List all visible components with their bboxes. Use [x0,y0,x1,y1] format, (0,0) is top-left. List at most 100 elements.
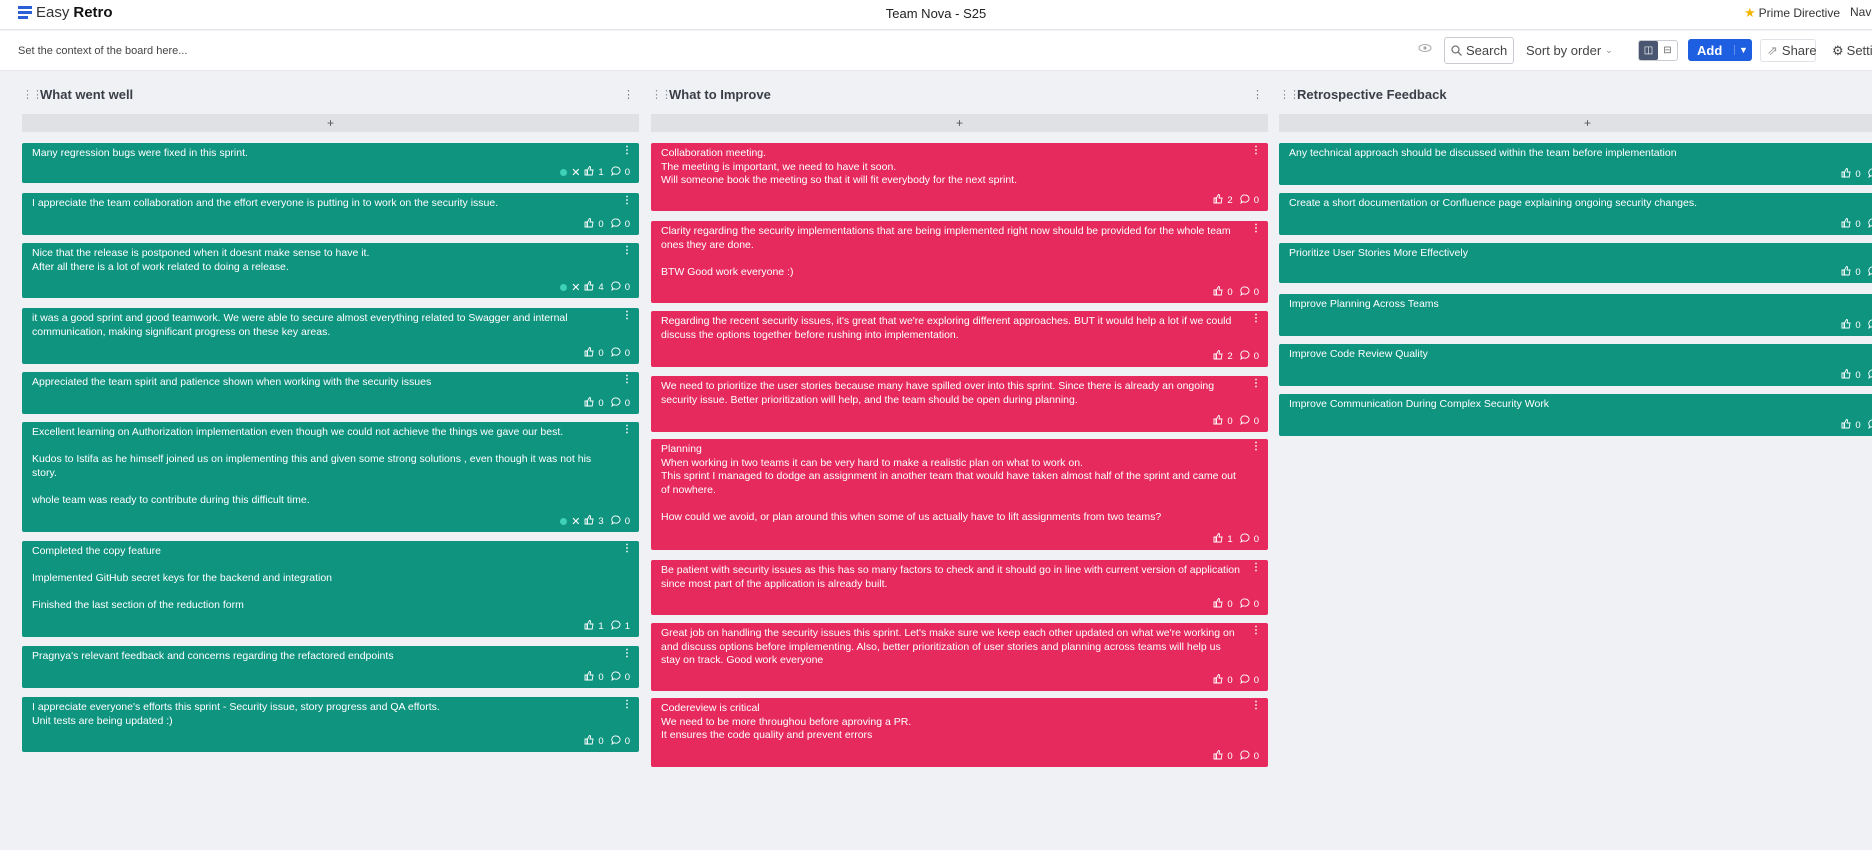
card[interactable]: Create a short documentation or Confluen… [1279,193,1872,235]
card[interactable]: I appreciate the team collaboration and … [22,193,639,235]
more-vertical-icon[interactable]: ⋮ [1252,88,1268,101]
more-vertical-icon[interactable]: ⋮ [622,374,632,385]
close-icon[interactable]: ✕ [571,166,580,179]
thumbs-up-icon[interactable] [584,671,594,684]
thumbs-up-icon[interactable] [1213,415,1223,428]
more-vertical-icon[interactable]: ⋮ [622,310,632,321]
drag-handle-icon[interactable]: ⋮⋮ [1279,88,1300,101]
search-button[interactable]: Search [1444,37,1514,64]
thumbs-up-icon[interactable] [584,166,594,179]
more-vertical-icon[interactable]: ⋮ [622,543,632,554]
comment-icon[interactable] [610,397,621,410]
more-vertical-icon[interactable]: ⋮ [622,195,632,206]
user-name[interactable]: Nava [1850,5,1872,19]
thumbs-up-icon[interactable] [584,735,594,748]
more-vertical-icon[interactable]: ⋮ [1251,441,1261,452]
thumbs-up-icon[interactable] [1841,369,1851,382]
thumbs-up-icon[interactable] [1213,286,1223,299]
card[interactable]: Prioritize User Stories More Effectively… [1279,243,1872,283]
columns-view-icon[interactable]: ◫ [1639,41,1658,60]
thumbs-up-icon[interactable] [1841,168,1851,181]
card[interactable]: Regarding the recent security issues, it… [651,311,1268,367]
close-icon[interactable]: ✕ [571,515,580,528]
card[interactable]: Nice that the release is postponed when … [22,243,639,298]
more-vertical-icon[interactable]: ⋮ [622,424,632,435]
add-card-button[interactable]: + [651,114,1268,132]
thumbs-up-icon[interactable] [1213,350,1223,363]
card[interactable]: I appreciate everyone's efforts this spr… [22,697,639,752]
more-vertical-icon[interactable]: ⋮ [1251,700,1261,711]
card[interactable]: it was a good sprint and good teamwork. … [22,308,639,364]
card[interactable]: Great job on handling the security issue… [651,623,1268,691]
thumbs-up-icon[interactable] [1213,598,1223,611]
rows-view-icon[interactable]: ⊟ [1658,41,1677,60]
card[interactable]: Clarity regarding the security implement… [651,221,1268,303]
card[interactable]: Codereview is critical We need to be mor… [651,698,1268,767]
card[interactable]: Collaboration meeting. The meeting is im… [651,143,1268,211]
more-vertical-icon[interactable]: ⋮ [622,699,632,710]
card[interactable]: Many regression bugs were fixed in this … [22,143,639,183]
comment-icon[interactable] [610,515,621,528]
more-vertical-icon[interactable]: ⋮ [623,88,639,101]
thumbs-up-icon[interactable] [1841,218,1851,231]
card[interactable]: Completed the copy feature Implemented G… [22,541,639,637]
thumbs-up-icon[interactable] [1213,750,1223,763]
card[interactable]: Improve Communication During Complex Sec… [1279,394,1872,436]
settings-button[interactable]: ⚙ Settings [1832,43,1872,59]
thumbs-up-icon[interactable] [1841,419,1851,432]
comment-icon[interactable] [1239,533,1250,546]
close-icon[interactable]: ✕ [571,281,580,294]
comment-icon[interactable] [1239,750,1250,763]
sort-dropdown[interactable]: Sort by order ⌄ [1526,43,1613,58]
more-vertical-icon[interactable]: ⋮ [1251,223,1261,234]
add-card-button[interactable]: + [1279,114,1872,132]
thumbs-up-icon[interactable] [584,347,594,360]
comment-icon[interactable] [1867,168,1872,181]
comment-icon[interactable] [1239,674,1250,687]
card[interactable]: Any technical approach should be discuss… [1279,143,1872,185]
comment-icon[interactable] [610,218,621,231]
comment-icon[interactable] [1867,319,1872,332]
more-vertical-icon[interactable]: ⋮ [1251,313,1261,324]
share-button[interactable]: ⇗ Share [1760,39,1817,62]
comment-icon[interactable] [1239,598,1250,611]
thumbs-up-icon[interactable] [1841,266,1851,279]
board-context-input[interactable]: Set the context of the board here... [18,45,187,57]
eye-icon[interactable] [1418,41,1432,55]
add-button[interactable]: Add ▼ [1688,39,1752,61]
card[interactable]: Appreciated the team spirit and patience… [22,372,639,414]
card[interactable]: Be patient with security issues as this … [651,560,1268,615]
add-card-button[interactable]: + [22,114,639,132]
comment-icon[interactable] [1239,350,1250,363]
chevron-down-icon[interactable]: ▼ [1734,45,1752,55]
drag-handle-icon[interactable]: ⋮⋮ [22,88,43,101]
prime-directive-link[interactable]: ★ Prime Directive [1744,5,1840,21]
thumbs-up-icon[interactable] [1213,533,1223,546]
drag-handle-icon[interactable]: ⋮⋮ [651,88,672,101]
thumbs-up-icon[interactable] [584,515,594,528]
more-vertical-icon[interactable]: ⋮ [622,145,632,156]
comment-icon[interactable] [1867,218,1872,231]
thumbs-up-icon[interactable] [584,281,594,294]
more-vertical-icon[interactable]: ⋮ [1251,562,1261,573]
thumbs-up-icon[interactable] [1841,319,1851,332]
view-toggle[interactable]: ◫ ⊟ [1638,40,1678,61]
comment-icon[interactable] [610,166,621,179]
more-vertical-icon[interactable]: ⋮ [622,245,632,256]
comment-icon[interactable] [1867,369,1872,382]
thumbs-up-icon[interactable] [1213,194,1223,207]
comment-icon[interactable] [1867,419,1872,432]
comment-icon[interactable] [1239,286,1250,299]
card[interactable]: Excellent learning on Authorization impl… [22,422,639,532]
thumbs-up-icon[interactable] [584,397,594,410]
comment-icon[interactable] [1239,415,1250,428]
comment-icon[interactable] [610,671,621,684]
comment-icon[interactable] [1867,266,1872,279]
card[interactable]: Planning When working in two teams it ca… [651,439,1268,550]
comment-icon[interactable] [610,620,621,633]
thumbs-up-icon[interactable] [584,218,594,231]
comment-icon[interactable] [610,735,621,748]
more-vertical-icon[interactable]: ⋮ [622,648,632,659]
more-vertical-icon[interactable]: ⋮ [1251,145,1261,156]
more-vertical-icon[interactable]: ⋮ [1251,378,1261,389]
